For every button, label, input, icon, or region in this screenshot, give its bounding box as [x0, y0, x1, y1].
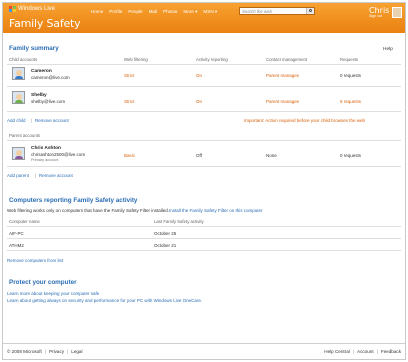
- child-email: cameron@live.com: [31, 75, 70, 80]
- parent-email: chrisashton2500@live.com: [31, 152, 86, 157]
- nav-msn[interactable]: MSN ▾: [203, 9, 217, 15]
- divider: [7, 238, 401, 239]
- divider: [7, 111, 401, 112]
- feedback-link[interactable]: Feedback: [381, 349, 401, 354]
- windows-flag-icon: [9, 6, 16, 12]
- filter-intro-text: Web filtering works only on computers th…: [7, 208, 169, 213]
- search-input[interactable]: Search the web: [239, 7, 315, 15]
- separator: |: [44, 349, 46, 354]
- copyright: © 2008 Microsoft: [7, 349, 42, 354]
- search-icon: [309, 9, 312, 12]
- nav-home[interactable]: Home: [91, 9, 103, 15]
- child-name[interactable]: Shelby: [31, 93, 47, 98]
- protect-heading: Protect your computer: [9, 279, 77, 286]
- help-central-link[interactable]: Help Central: [324, 349, 350, 354]
- col-last-activity: Last Family Safety activity: [154, 219, 204, 224]
- divider: [7, 86, 401, 87]
- separator: |: [352, 349, 354, 354]
- col-web-filtering: Web filtering: [124, 57, 148, 62]
- separator: |: [376, 349, 378, 354]
- footer-right: Help Central | Account | Feedback: [324, 349, 401, 354]
- col-contact-management: Contact management: [266, 57, 308, 62]
- col-child-accounts: Child accounts: [9, 57, 38, 62]
- computer-name: AIF-PC: [9, 231, 24, 236]
- nav-more[interactable]: More ▾: [183, 9, 197, 15]
- parent-avatar[interactable]: [12, 147, 25, 160]
- user-avatar[interactable]: [392, 7, 402, 18]
- nav-mail[interactable]: Mail: [149, 9, 157, 15]
- divider: [7, 250, 401, 251]
- computer-name: ATHM2: [9, 243, 24, 248]
- contacts-value[interactable]: Parent manages: [266, 99, 299, 104]
- account-link[interactable]: Account: [357, 349, 374, 354]
- add-parent-link[interactable]: Add parent: [7, 173, 29, 178]
- divider: [7, 64, 401, 65]
- col-requests: Requests: [340, 57, 359, 62]
- remove-computers-link[interactable]: Remove computers from list: [7, 258, 63, 263]
- add-child-link[interactable]: Add child: [7, 118, 26, 123]
- computer-last-activity: October 21: [154, 243, 177, 248]
- divider: [7, 166, 401, 167]
- windows-live-logo[interactable]: Windows Live: [9, 6, 55, 12]
- activity-value[interactable]: On: [196, 99, 202, 104]
- web-filtering-value[interactable]: Basic: [124, 153, 135, 158]
- contacts-value[interactable]: Parent manages: [266, 73, 299, 78]
- child-email: shelby@live.com: [31, 99, 66, 104]
- header-bar: Windows Live Family Safety Home Profile …: [3, 3, 405, 33]
- divider: [7, 140, 401, 141]
- contacts-value: None: [266, 153, 277, 158]
- app-window: Windows Live Family Safety Home Profile …: [2, 2, 406, 360]
- child-avatar[interactable]: [12, 67, 25, 80]
- footer-left: © 2008 Microsoft | Privacy | Legal: [7, 349, 83, 354]
- nav-people[interactable]: People: [128, 9, 142, 15]
- nav-photos[interactable]: Photos: [163, 9, 177, 15]
- install-filter-link[interactable]: Install the Family Safety Filter on this…: [169, 208, 263, 213]
- learn-safety-link[interactable]: Learn more about keeping your computer s…: [7, 291, 99, 296]
- requests-value[interactable]: 0 requests: [340, 73, 361, 78]
- computer-last-activity: October 25: [154, 231, 177, 236]
- activity-value[interactable]: On: [196, 73, 202, 78]
- parent-role: Primary account: [31, 158, 59, 162]
- child-avatar[interactable]: [12, 91, 25, 104]
- logo-text: Windows Live: [18, 6, 56, 12]
- action-required-warning[interactable]: Important: Action required before your c…: [244, 118, 365, 123]
- requests-value[interactable]: 5 requests: [340, 99, 361, 104]
- separator: |: [31, 118, 33, 123]
- nav-profile[interactable]: Profile: [109, 9, 122, 15]
- parent-accounts-header: Parent accounts: [9, 133, 41, 138]
- web-filtering-value[interactable]: Strict: [124, 73, 134, 78]
- footer-divider: [3, 343, 405, 344]
- computers-heading: Computers reporting Family Safety activi…: [9, 197, 138, 204]
- family-summary-heading: Family summary: [9, 45, 59, 52]
- search-placeholder: Search the web: [242, 9, 272, 15]
- parent-name[interactable]: Chris Ashton: [31, 146, 61, 151]
- top-nav: Home Profile People Mail Photos More ▾ M…: [91, 9, 217, 15]
- col-computer-name: Computer name: [9, 219, 40, 224]
- child-name[interactable]: Cameron: [31, 69, 52, 74]
- remove-parent-account-link[interactable]: Remove account: [39, 173, 73, 178]
- help-link[interactable]: Help: [383, 47, 393, 52]
- search-button[interactable]: [306, 8, 314, 14]
- page-title: Family Safety: [9, 17, 81, 30]
- separator: |: [35, 173, 37, 178]
- remove-account-link[interactable]: Remove account: [35, 118, 69, 123]
- privacy-link[interactable]: Privacy: [49, 349, 64, 354]
- legal-link[interactable]: Legal: [71, 349, 82, 354]
- web-filtering-value[interactable]: Strict: [124, 99, 134, 104]
- activity-value: Off: [196, 153, 202, 158]
- onecare-link[interactable]: Learn about getting always on security a…: [7, 298, 202, 303]
- separator: |: [67, 349, 69, 354]
- divider: [7, 226, 401, 227]
- col-activity-reporting: Activity reporting: [196, 57, 228, 62]
- user-menu[interactable]: Chris Sign out: [369, 6, 389, 18]
- requests-value: 0 requests: [340, 153, 362, 158]
